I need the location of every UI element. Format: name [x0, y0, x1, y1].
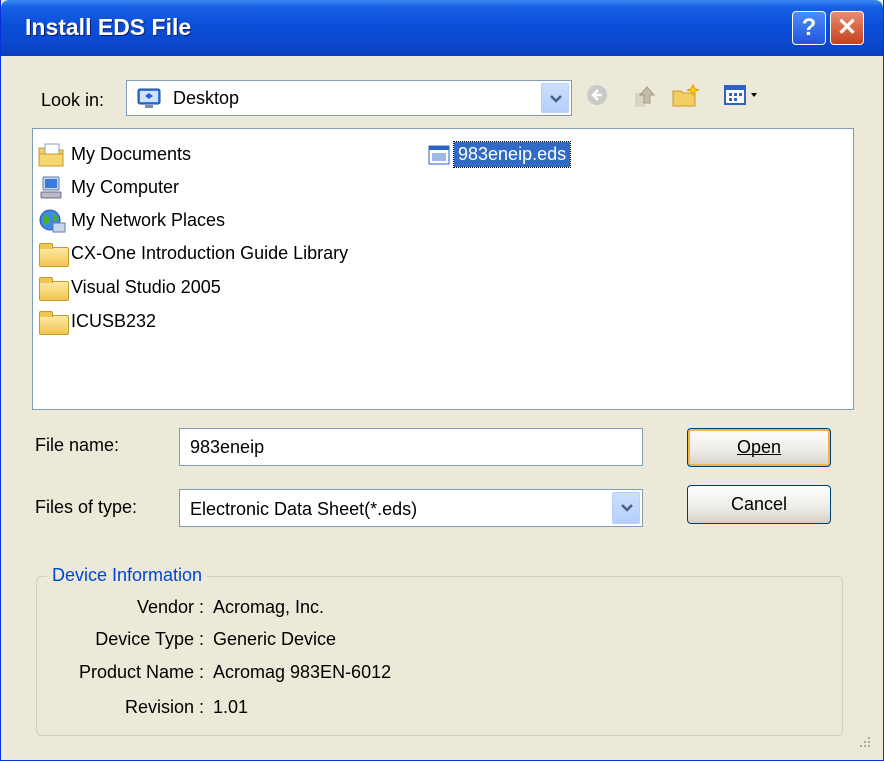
install-eds-dialog: Install EDS File ? ✕ Look in: Desktop My… — [0, 0, 884, 761]
device-type-label: Device Type : — [95, 629, 204, 649]
file-type-value: Electronic Data Sheet(*.eds) — [190, 499, 418, 519]
product-name-value: Acromag 983EN-6012 — [213, 662, 392, 682]
look-in-label: Look in: — [41, 90, 105, 110]
list-item-label: My Documents — [71, 144, 192, 164]
network-places-icon — [37, 208, 67, 234]
title-bar[interactable]: Install EDS File ? ✕ — [1, 0, 883, 56]
revision-value: 1.01 — [213, 697, 249, 717]
file-type-chevron-down-icon[interactable] — [612, 492, 640, 524]
open-button-label: Open — [736, 437, 782, 457]
file-name-label: File name: — [35, 435, 120, 455]
my-documents-icon — [37, 142, 67, 168]
list-item-label: My Network Places — [71, 210, 226, 230]
folder-icon — [37, 241, 69, 267]
cancel-button[interactable]: Cancel — [687, 485, 831, 524]
close-button[interactable]: ✕ — [830, 11, 864, 45]
help-button[interactable]: ? — [792, 11, 826, 45]
list-item-label: CX-One Introduction Guide Library — [71, 243, 349, 263]
file-type-dropdown[interactable]: Electronic Data Sheet(*.eds) — [179, 489, 643, 527]
view-menu-icon[interactable] — [723, 83, 765, 112]
open-button[interactable]: Open — [687, 428, 831, 467]
look-in-value: Desktop — [173, 88, 240, 108]
folder-icon — [37, 309, 69, 335]
list-item-label: ICUSB232 — [71, 311, 157, 331]
device-type-value: Generic Device — [213, 629, 337, 649]
look-in-dropdown[interactable]: Desktop — [126, 80, 572, 116]
revision-label: Revision : — [124, 697, 204, 717]
up-folder-icon[interactable] — [631, 83, 657, 114]
file-list[interactable]: My Documents My Computer My Network Plac… — [32, 128, 854, 410]
list-item-label: Visual Studio 2005 — [71, 277, 221, 297]
file-type-label: Files of type: — [35, 497, 138, 517]
look-in-chevron-down-icon[interactable] — [541, 83, 569, 113]
folder-icon — [37, 275, 69, 301]
vendor-label: Vendor : — [136, 597, 204, 617]
my-computer-icon — [37, 175, 67, 201]
list-item-label: 983eneip.eds — [452, 141, 572, 168]
product-name-label: Product Name : — [78, 662, 204, 682]
eds-file-icon — [425, 142, 455, 168]
device-info-title: Device Information — [47, 565, 208, 586]
list-item-label: My Computer — [71, 177, 180, 197]
window-title: Install EDS File — [25, 14, 192, 40]
cancel-button-label: Cancel — [730, 494, 788, 514]
file-name-input[interactable]: 983eneip — [179, 428, 643, 466]
desktop-icon — [137, 87, 161, 109]
vendor-value: Acromag, Inc. — [213, 597, 325, 617]
resize-grip-icon[interactable] — [853, 732, 873, 752]
new-folder-icon[interactable] — [671, 83, 701, 114]
back-icon[interactable] — [585, 83, 609, 112]
